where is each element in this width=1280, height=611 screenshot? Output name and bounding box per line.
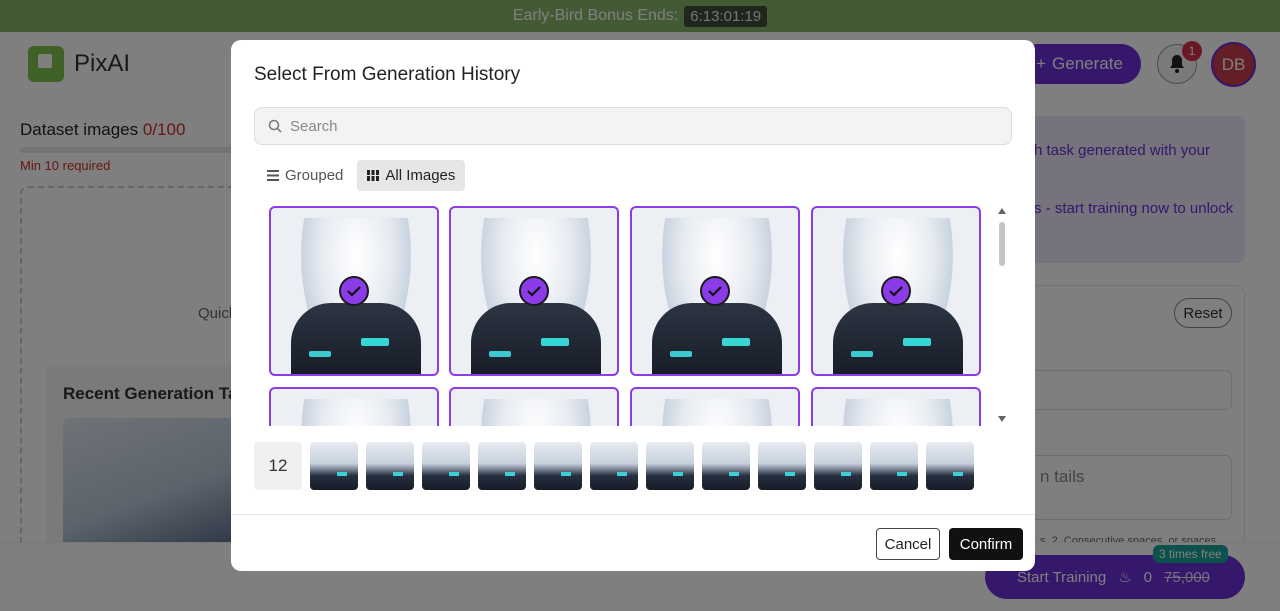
search-icon [268,119,282,133]
selected-thumbnail[interactable] [590,442,638,490]
image-tile[interactable] [630,206,800,376]
selected-thumbnail[interactable] [926,442,974,490]
check-icon [519,276,549,306]
image-content [843,399,953,426]
image-tile[interactable] [811,387,981,426]
selected-thumbnail[interactable] [702,442,750,490]
image-tile[interactable] [630,387,800,426]
image-content [301,399,411,426]
image-content [481,399,591,426]
selected-thumbnail[interactable] [870,442,918,490]
image-grid [269,206,989,426]
list-icon [267,170,279,181]
image-content [833,303,963,374]
search-box [254,107,1012,145]
image-content [652,303,782,374]
selected-thumbnail[interactable] [422,442,470,490]
image-tile[interactable] [269,387,439,426]
search-input[interactable] [290,108,990,144]
selected-thumbnail[interactable] [534,442,582,490]
check-icon [700,276,730,306]
selected-thumbnail[interactable] [366,442,414,490]
selected-thumbnail[interactable] [814,442,862,490]
grid-scrollbar[interactable] [997,208,1007,422]
selected-images-strip: 12 [254,442,974,490]
check-icon [339,276,369,306]
selected-thumbnail[interactable] [478,442,526,490]
image-tile[interactable] [449,387,619,426]
check-icon [881,276,911,306]
modal-title: Select From Generation History [254,64,521,85]
image-content [662,399,772,426]
selected-thumbnail[interactable] [310,442,358,490]
view-tabs: Grouped All Images [257,160,466,191]
image-tile[interactable] [269,206,439,376]
scroll-thumb[interactable] [999,222,1005,266]
tab-grouped-label: Grouped [285,167,344,184]
image-tile[interactable] [811,206,981,376]
grid-icon [367,170,380,181]
modal-footer: Cancel Confirm [231,514,1035,571]
generation-history-modal: Select From Generation History Grouped A… [231,40,1035,571]
selected-thumbnail[interactable] [758,442,806,490]
scroll-down-icon[interactable] [998,416,1006,422]
selected-count: 12 [254,442,302,490]
image-tile[interactable] [449,206,619,376]
scroll-up-icon[interactable] [998,208,1006,214]
tab-all-images[interactable]: All Images [357,160,466,191]
selected-thumbnail[interactable] [646,442,694,490]
image-content [471,303,601,374]
tab-all-images-label: All Images [385,167,456,184]
confirm-button[interactable]: Confirm [949,528,1023,560]
cancel-button[interactable]: Cancel [876,528,940,560]
tab-grouped[interactable]: Grouped [257,160,353,191]
image-content [291,303,421,374]
